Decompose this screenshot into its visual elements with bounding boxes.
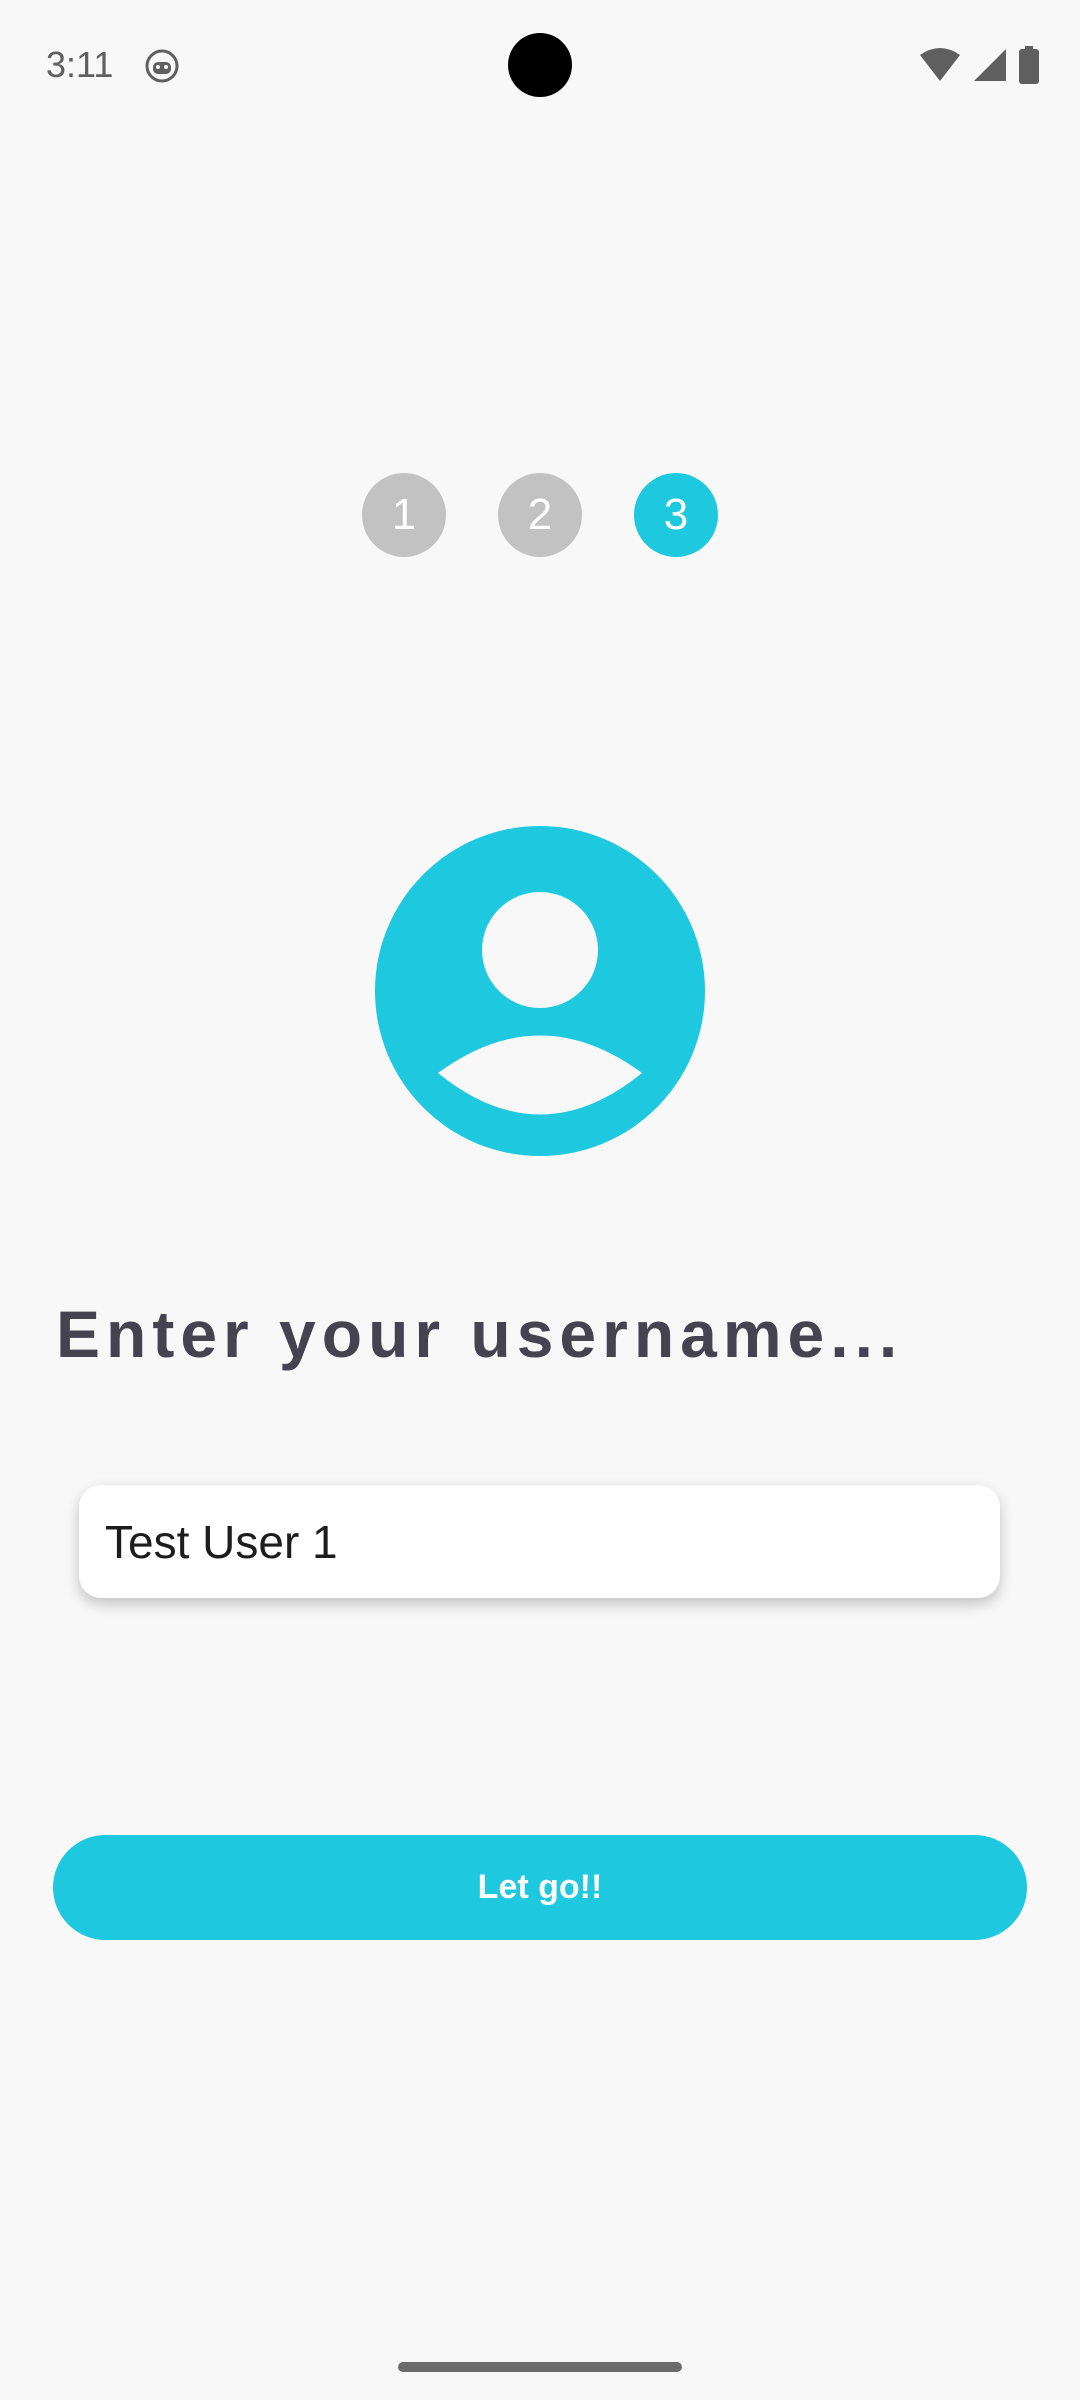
status-icons [918, 46, 1040, 84]
step-indicator: 1 2 3 [0, 473, 1080, 557]
username-field-card [79, 1485, 1000, 1598]
status-bar: 3:11 [0, 0, 1080, 132]
account-circle-icon [375, 826, 705, 1156]
status-time: 3:11 [46, 44, 114, 85]
username-input[interactable] [105, 1485, 965, 1598]
lets-go-button[interactable]: Let go!! [53, 1835, 1027, 1940]
step-1: 1 [362, 473, 446, 557]
cell-signal-icon [974, 49, 1006, 81]
step-2: 2 [498, 473, 582, 557]
gesture-nav-handle[interactable] [398, 2362, 682, 2372]
step-3: 3 [634, 473, 718, 557]
wifi-icon [920, 48, 960, 81]
battery-icon [1019, 46, 1039, 84]
page-title: Enter your username... [56, 1297, 904, 1371]
android-debug-icon [145, 49, 179, 83]
camera-cutout [508, 33, 572, 97]
onboarding-screen: 3:11 1 2 3 Enter your username... Test U… [0, 0, 1080, 2400]
